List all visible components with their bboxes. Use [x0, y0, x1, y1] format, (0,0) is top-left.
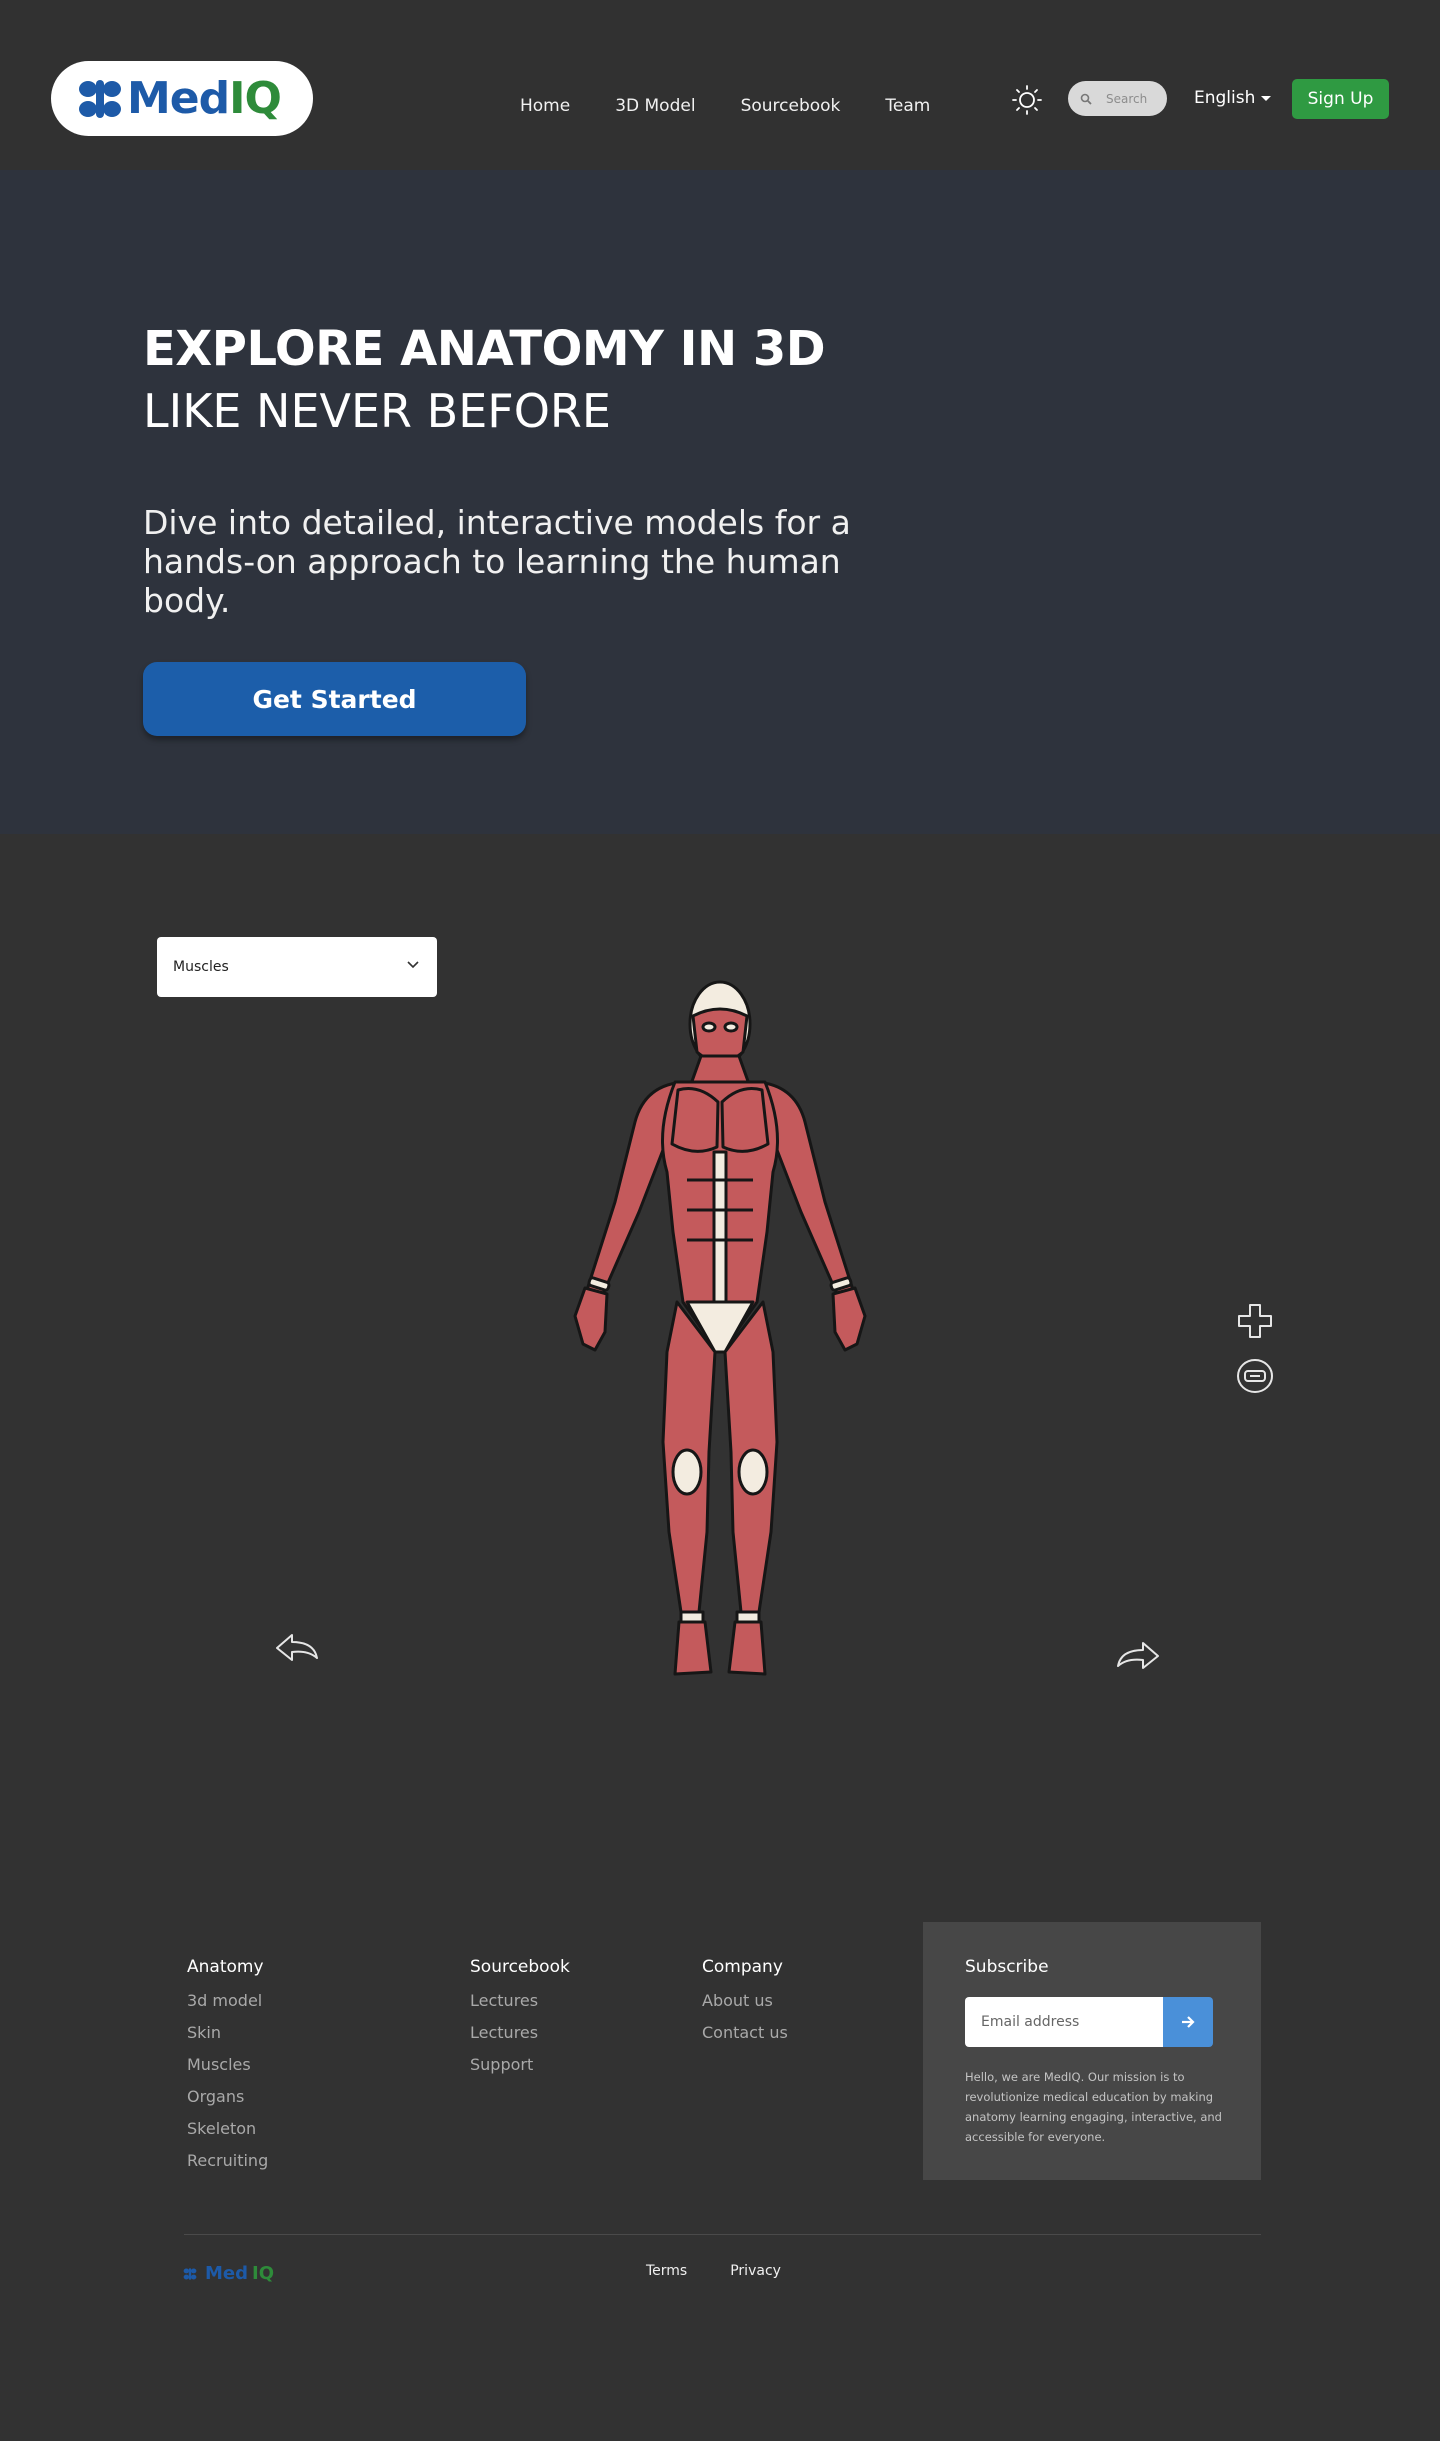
footer-heading-company: Company	[702, 1957, 783, 1977]
footer-bottom-links: Terms Privacy	[646, 2263, 824, 2279]
muscle-model[interactable]	[535, 972, 905, 1684]
footer-link-about-us[interactable]: About us	[702, 1991, 788, 2010]
hero-description: Dive into detailed, interactive models f…	[143, 503, 851, 620]
footer-link-skeleton[interactable]: Skeleton	[187, 2119, 268, 2138]
rotate-left-icon[interactable]	[274, 1630, 320, 1666]
footer-link-muscles[interactable]: Muscles	[187, 2055, 268, 2074]
footer-heading-sourcebook: Sourcebook	[470, 1957, 570, 1977]
nav-team[interactable]: Team	[885, 96, 930, 116]
hero-section: EXPLORE ANATOMY IN 3D LIKE NEVER BEFORE …	[0, 170, 1440, 834]
footer-link-recruiting[interactable]: Recruiting	[187, 2151, 268, 2170]
footer-link-privacy[interactable]: Privacy	[730, 2263, 781, 2279]
footer-link-organs[interactable]: Organs	[187, 2087, 268, 2106]
sun-icon[interactable]	[1011, 84, 1043, 116]
nav-home[interactable]: Home	[520, 96, 570, 116]
search-icon	[1080, 93, 1092, 105]
layer-select-value: Muscles	[173, 959, 229, 975]
footer-link-contact-us[interactable]: Contact us	[702, 2023, 788, 2042]
footer-link-skin[interactable]: Skin	[187, 2023, 268, 2042]
footer-logo[interactable]: Med IQ	[183, 2263, 274, 2284]
subscribe-button[interactable]	[1163, 1997, 1213, 2047]
nav-links: Home 3D Model Sourcebook Team	[520, 96, 975, 116]
hero-title: EXPLORE ANATOMY IN 3D	[143, 321, 826, 377]
footer-link-lectures[interactable]: Lectures	[470, 1991, 570, 2010]
email-field[interactable]: Email address	[965, 1997, 1163, 2047]
search-placeholder: Search	[1106, 91, 1148, 106]
footer-sourcebook: Sourcebook Lectures Lectures Support	[470, 1957, 570, 2087]
brand-mark-icon	[183, 2267, 197, 2280]
footer-link-support[interactable]: Support	[470, 2055, 570, 2074]
arrow-right-icon	[1182, 2016, 1195, 2028]
footer-link-terms[interactable]: Terms	[646, 2263, 687, 2279]
footer-anatomy: Anatomy 3d model Skin Muscles Organs Ske…	[187, 1957, 268, 2183]
zoom-in-icon[interactable]	[1237, 1303, 1273, 1339]
layer-select[interactable]: Muscles	[157, 937, 437, 997]
search-input[interactable]: Search	[1068, 81, 1167, 116]
zoom-out-icon[interactable]	[1236, 1358, 1274, 1394]
nav-3d-model[interactable]: 3D Model	[615, 96, 695, 116]
navbar: MedIQ Home 3D Model Sourcebook Team Sear…	[0, 0, 1440, 170]
footer-link-lectures-2[interactable]: Lectures	[470, 2023, 570, 2042]
footer-link-3d-model[interactable]: 3d model	[187, 1991, 268, 2010]
get-started-button[interactable]: Get Started	[143, 662, 526, 736]
footer-divider	[184, 2234, 1261, 2235]
brand-name: MedIQ	[127, 72, 282, 124]
language-dropdown[interactable]: English	[1194, 88, 1272, 108]
nav-sourcebook[interactable]: Sourcebook	[741, 96, 841, 116]
language-label: English	[1194, 88, 1256, 108]
brand-mark-icon	[79, 79, 121, 118]
footer-company: Company About us Contact us	[702, 1957, 788, 2055]
subscribe-blurb: Hello, we are MedIQ. Our mission is to r…	[965, 2070, 1222, 2144]
footer-heading-anatomy: Anatomy	[187, 1957, 264, 1977]
rotate-right-icon[interactable]	[1115, 1638, 1161, 1674]
chevron-down-icon	[407, 961, 419, 969]
subscribe-heading: Subscribe	[965, 1957, 1049, 1977]
signup-button[interactable]: Sign Up	[1292, 79, 1389, 119]
subscribe-panel: Subscribe Email address Hello, we are Me…	[923, 1922, 1261, 2180]
footer-brand-name: Med IQ	[205, 2263, 275, 2284]
hero-subtitle: LIKE NEVER BEFORE	[143, 384, 611, 438]
caret-down-icon	[1261, 95, 1272, 101]
logo[interactable]: MedIQ	[51, 61, 313, 136]
